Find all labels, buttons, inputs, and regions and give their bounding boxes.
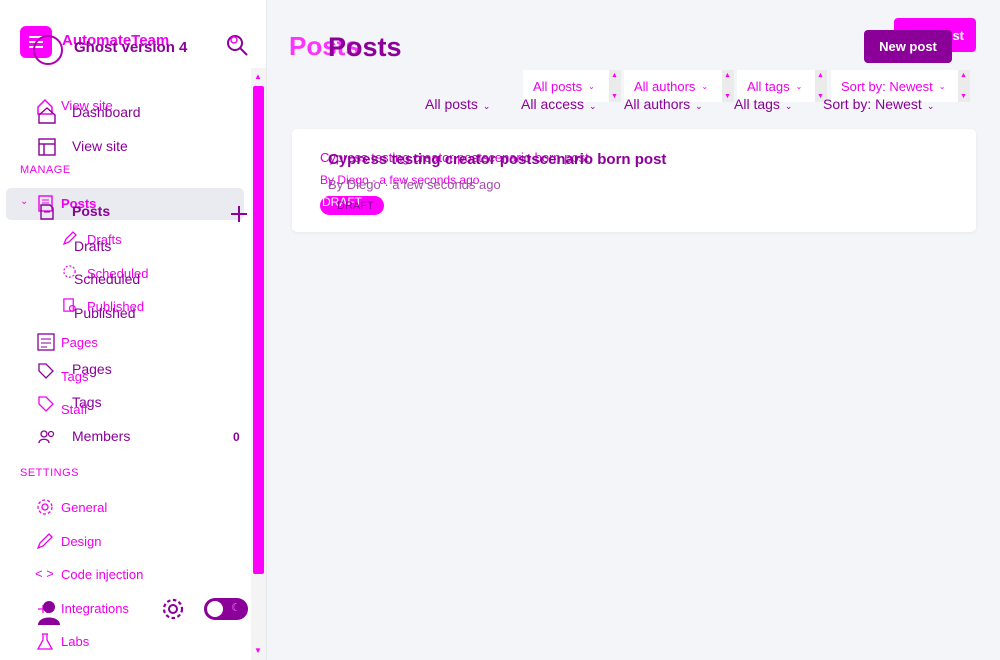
filter-spinner[interactable]: ▲ ▼ (609, 70, 621, 102)
members-icon (38, 430, 55, 444)
posts-icon (40, 204, 54, 220)
filter-label: All access (521, 96, 585, 112)
staff-icon (38, 396, 54, 412)
sidebar-item-labs[interactable]: Labs (61, 634, 89, 649)
settings-section-label: SETTINGS (20, 467, 80, 479)
user-avatar-icon[interactable] (36, 598, 62, 626)
filter-all-access[interactable]: All access ⌄ (521, 96, 597, 112)
sidebar-item-scheduled[interactable]: Scheduled (74, 271, 140, 287)
sidebar-scroll-thumb[interactable] (253, 86, 264, 574)
flask-icon (36, 633, 54, 650)
filter-all-tags[interactable]: All tags ⌄ (734, 96, 792, 112)
post-meta: By Diego · a few seconds ago (328, 177, 501, 192)
new-post-button[interactable]: New post (864, 30, 952, 63)
sidebar: AutomateTeam Ghost version 4 View site D… (0, 0, 267, 660)
sidebar-item-staff-overlay[interactable]: Staff (61, 402, 88, 417)
filter-label: Sort by: Newest (823, 96, 922, 112)
gear-icon (37, 499, 53, 515)
sidebar-item-dashboard[interactable]: Dashboard (72, 104, 141, 120)
chevron-down-icon: ⌄ (938, 81, 946, 91)
scroll-up-arrow-icon[interactable]: ▲ (254, 72, 262, 81)
filter-all-posts[interactable]: All posts ⌄ (425, 96, 490, 112)
filter-label: All authors (634, 78, 696, 94)
filter-label: Sort by: Newest (841, 78, 933, 94)
filter-label: All posts (425, 96, 478, 112)
page-title: Posts (328, 32, 402, 62)
sidebar-item-drafts[interactable]: Drafts (74, 238, 111, 254)
chevron-down-icon: ⌄ (701, 81, 709, 91)
manage-section-label: MANAGE (20, 164, 71, 176)
chevron-down-icon[interactable]: ⌄ (20, 196, 28, 207)
sidebar-item-code-injection[interactable]: Code injection (61, 567, 143, 582)
code-icon: < > (35, 566, 54, 581)
moon-icon: ☾ (231, 602, 241, 614)
chevron-down-icon: ⌄ (695, 101, 703, 111)
chevron-down-icon: ⌄ (926, 101, 935, 111)
sidebar-item-integrations[interactable]: Integrations (61, 601, 129, 616)
chevron-down-icon: ⌄ (589, 101, 597, 111)
sidebar-item-design[interactable]: Design (61, 534, 101, 549)
chevron-down-icon: ⌄ (795, 81, 803, 91)
post-title[interactable]: Cypress testing creator postscenario bor… (328, 151, 666, 168)
filter-label: All tags (747, 78, 790, 94)
sidebar-item-members[interactable]: Members (72, 428, 130, 444)
dark-mode-toggle[interactable]: ☾ (204, 598, 248, 620)
toggle-knob (207, 601, 223, 617)
filter-spinner[interactable]: ▲ ▼ (722, 70, 734, 102)
sidebar-item-posts[interactable]: Posts (72, 203, 110, 219)
add-post-icon[interactable] (229, 204, 249, 224)
sidebar-item-tags-overlay[interactable]: Tags (61, 369, 88, 384)
tag-icon (38, 363, 54, 379)
sidebar-item-pages-overlay[interactable]: Pages (61, 335, 98, 350)
filter-all-authors[interactable]: All authors ⌄ (624, 96, 703, 112)
scroll-down-arrow-icon[interactable]: ▼ (254, 646, 262, 655)
chevron-down-icon: ⌄ (482, 101, 491, 111)
filter-sort[interactable]: Sort by: Newest ⌄ (823, 96, 934, 112)
chevron-down-icon: ⌄ (588, 81, 595, 91)
settings-gear-icon[interactable] (160, 596, 186, 622)
sidebar-item-general[interactable]: General (61, 500, 107, 515)
filter-label: All authors (624, 96, 691, 112)
search-icon[interactable] (224, 32, 250, 58)
view-site-icon (38, 138, 56, 156)
sidebar-item-published[interactable]: Published (74, 305, 136, 321)
site-subtitle: Ghost version 4 (74, 39, 188, 56)
site-logo-ring-icon (33, 35, 63, 65)
filter-label: All tags (734, 96, 780, 112)
chevron-down-icon: ⌄ (784, 101, 793, 111)
draft-status-label: DRAFT (337, 200, 374, 212)
dashboard-icon (38, 107, 56, 124)
members-count-badge: 0 (233, 430, 240, 444)
filter-spinner[interactable]: ▲ ▼ (958, 70, 970, 102)
filter-label: All posts (533, 78, 583, 94)
sidebar-item-view-site[interactable]: View site (72, 138, 128, 154)
pages-icon (37, 333, 55, 351)
post-list-item[interactable]: Cypress testing creator postscenario bor… (292, 129, 976, 232)
brush-icon (36, 533, 53, 550)
